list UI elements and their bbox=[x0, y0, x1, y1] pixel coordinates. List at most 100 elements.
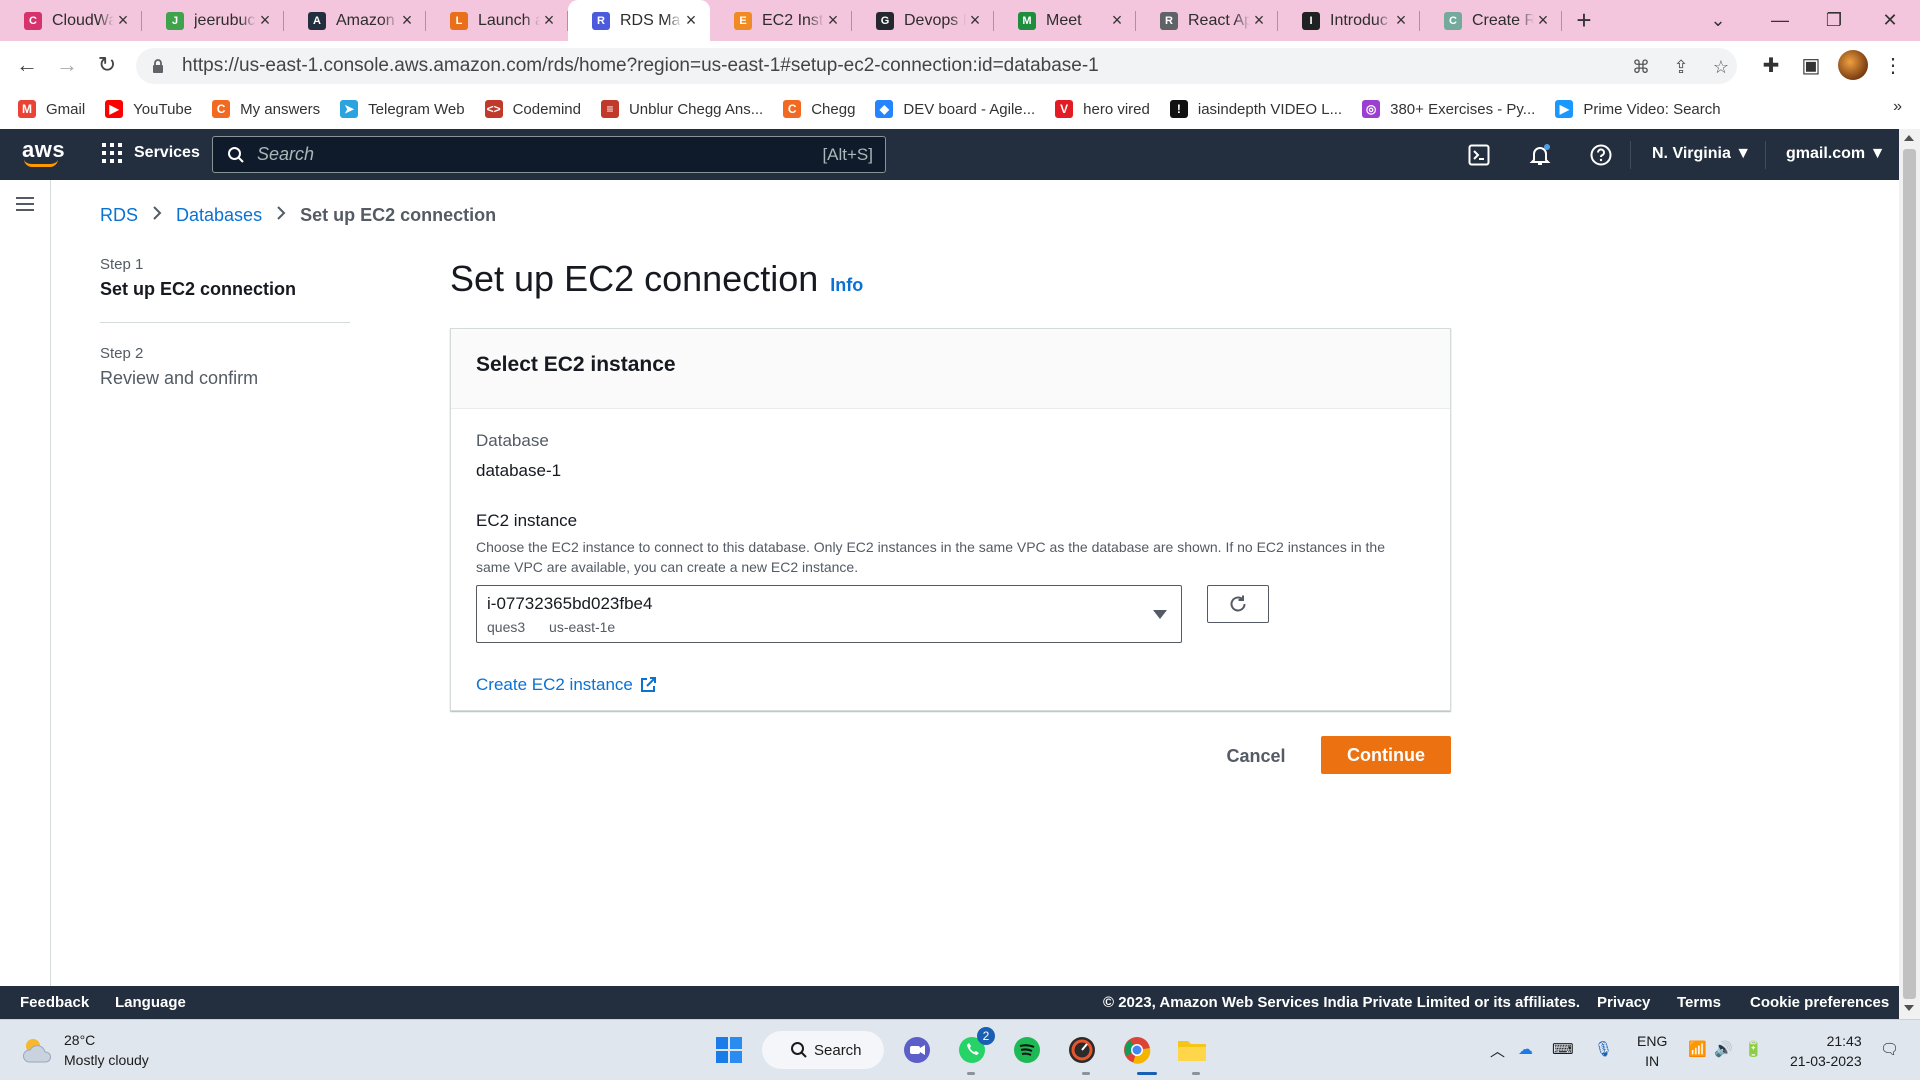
teams-chat-icon[interactable] bbox=[900, 1033, 934, 1067]
bookmark-item[interactable]: Vhero vired bbox=[1055, 100, 1150, 118]
onedrive-cloud-icon[interactable]: ☁ bbox=[1518, 1040, 1533, 1058]
browser-tab[interactable]: R React Ap × bbox=[1136, 0, 1278, 41]
file-explorer-icon[interactable] bbox=[1175, 1033, 1209, 1067]
feedback-link[interactable]: Feedback bbox=[20, 994, 89, 1011]
tab-search-icon[interactable]: ⌄ bbox=[1690, 0, 1746, 41]
account-menu[interactable]: gmail.com ▼ bbox=[1786, 145, 1885, 163]
chrome-icon[interactable] bbox=[1120, 1033, 1154, 1067]
profile-avatar[interactable] bbox=[1838, 50, 1868, 80]
weather-widget[interactable]: 28°C Mostly cloudy bbox=[20, 1030, 149, 1070]
continue-button[interactable]: Continue bbox=[1321, 736, 1451, 774]
chrome-menu-icon[interactable]: ⋮ bbox=[1880, 52, 1906, 78]
url-text[interactable]: https://us-east-1.console.aws.amazon.com… bbox=[182, 55, 1099, 77]
cookie-preferences-link[interactable]: Cookie preferences bbox=[1750, 994, 1889, 1011]
terms-link[interactable]: Terms bbox=[1677, 994, 1721, 1011]
speedometer-app-icon[interactable] bbox=[1065, 1033, 1099, 1067]
keyboard-icon[interactable]: ⌨ bbox=[1552, 1040, 1574, 1058]
share-icon[interactable]: ⇪ bbox=[1668, 54, 1694, 80]
input-language-indicator[interactable]: ENG IN bbox=[1637, 1031, 1667, 1071]
browser-tab[interactable]: C Create Re× bbox=[1420, 0, 1562, 41]
bookmark-item[interactable]: ≡ Unblur Chegg Ans... bbox=[600, 100, 763, 118]
back-icon[interactable]: ← bbox=[12, 50, 42, 80]
notification-center-icon[interactable]: 🗨 bbox=[1880, 1040, 1899, 1058]
close-tab-icon[interactable]: × bbox=[966, 10, 984, 31]
battery-icon[interactable]: 🔋 bbox=[1744, 1040, 1763, 1058]
page-scrollbar[interactable] bbox=[1899, 129, 1920, 1019]
volume-icon[interactable]: 🔊 bbox=[1714, 1040, 1733, 1058]
close-tab-icon[interactable]: × bbox=[114, 10, 132, 31]
browser-tab[interactable]: I Introduc × bbox=[1278, 0, 1420, 41]
new-tab-button[interactable]: + bbox=[1562, 5, 1606, 36]
reload-icon[interactable]: ↻ bbox=[92, 50, 122, 80]
close-tab-icon[interactable]: × bbox=[398, 10, 416, 31]
cloudshell-icon[interactable] bbox=[1466, 142, 1492, 168]
address-bar[interactable]: https://us-east-1.console.aws.amazon.com… bbox=[136, 48, 1737, 84]
translate-icon[interactable]: ⌘ bbox=[1628, 54, 1654, 80]
step-2[interactable]: Step 2 Review and confirm bbox=[100, 345, 350, 389]
browser-tab[interactable]: G Devops P× bbox=[852, 0, 994, 41]
close-tab-icon[interactable]: × bbox=[1392, 10, 1410, 31]
browser-tab[interactable]: E EC2 Insta× bbox=[710, 0, 852, 41]
scroll-down-arrow-icon[interactable] bbox=[1904, 1005, 1914, 1011]
close-tab-icon[interactable]: × bbox=[540, 10, 558, 31]
bookmark-item[interactable]: ▶ YouTube bbox=[105, 100, 192, 118]
close-tab-icon[interactable]: × bbox=[1250, 10, 1268, 31]
scroll-up-arrow-icon[interactable] bbox=[1904, 135, 1914, 141]
close-window-icon[interactable]: ✕ bbox=[1862, 0, 1918, 41]
aws-search-input[interactable]: Search [Alt+S] bbox=[212, 136, 886, 173]
aws-logo[interactable]: aws bbox=[22, 137, 65, 167]
bookmark-item[interactable]: ▶ Prime Video: Search bbox=[1555, 100, 1721, 118]
close-tab-icon[interactable]: × bbox=[256, 10, 274, 31]
bookmark-item[interactable]: C My answers bbox=[212, 100, 320, 118]
forward-icon[interactable]: → bbox=[52, 50, 82, 80]
browser-tab[interactable]: M Meet × bbox=[994, 0, 1136, 41]
taskbar-search[interactable]: Search bbox=[762, 1031, 884, 1069]
cancel-button[interactable]: Cancel bbox=[1210, 737, 1302, 775]
refresh-button[interactable] bbox=[1207, 585, 1269, 623]
bookmark-item[interactable]: ➤ Telegram Web bbox=[340, 100, 465, 118]
menu-hamburger-icon[interactable] bbox=[16, 197, 34, 211]
windows-start-icon[interactable] bbox=[712, 1033, 746, 1067]
close-tab-icon[interactable]: × bbox=[1108, 10, 1126, 31]
system-clock[interactable]: 21:43 21-03-2023 bbox=[1790, 1031, 1862, 1071]
close-tab-icon[interactable]: × bbox=[824, 10, 842, 31]
bookmark-star-icon[interactable]: ☆ bbox=[1708, 54, 1734, 80]
browser-tab[interactable]: Jjeerubuck× bbox=[142, 0, 284, 41]
close-tab-icon[interactable]: × bbox=[1534, 10, 1552, 31]
language-link[interactable]: Language bbox=[115, 994, 186, 1011]
spotify-icon[interactable] bbox=[1010, 1033, 1044, 1067]
bookmark-item[interactable]: ◎ 380+ Exercises - Py... bbox=[1362, 100, 1535, 118]
step-1[interactable]: Step 1 Set up EC2 connection bbox=[100, 256, 350, 300]
browser-tab[interactable]: R RDS Man× bbox=[568, 0, 710, 41]
wifi-icon[interactable]: 📶 bbox=[1688, 1040, 1707, 1058]
breadcrumb-rds[interactable]: RDS bbox=[100, 205, 138, 226]
side-panel-icon[interactable]: ▣ bbox=[1798, 52, 1824, 78]
bookmark-item[interactable]: ◆ DEV board - Agile... bbox=[875, 100, 1035, 118]
region-selector[interactable]: N. Virginia ▼ bbox=[1652, 145, 1751, 163]
help-icon[interactable] bbox=[1588, 142, 1614, 168]
restore-icon[interactable]: ❐ bbox=[1806, 0, 1862, 41]
services-menu-button[interactable]: Services bbox=[102, 143, 200, 163]
scrollbar-thumb[interactable] bbox=[1903, 149, 1916, 999]
bookmark-item[interactable]: M Gmail bbox=[18, 100, 85, 118]
browser-tab[interactable]: A Amazon × bbox=[284, 0, 426, 41]
minimize-icon[interactable]: — bbox=[1752, 0, 1808, 41]
browser-tab[interactable]: L Launch an× bbox=[426, 0, 568, 41]
create-ec2-instance-link[interactable]: Create EC2 instance bbox=[476, 675, 657, 695]
bookmark-item[interactable]: <> Codemind bbox=[484, 100, 581, 118]
ec2-instance-select[interactable]: i-07732365bd023fbe4 ques3 us-east-1e bbox=[476, 585, 1182, 643]
breadcrumb-databases[interactable]: Databases bbox=[176, 205, 262, 226]
info-link[interactable]: Info bbox=[830, 275, 863, 296]
privacy-link[interactable]: Privacy bbox=[1597, 994, 1650, 1011]
more-bookmarks-icon[interactable]: » bbox=[1893, 98, 1902, 116]
chevron-up-icon[interactable]: ︿ bbox=[1490, 1040, 1505, 1061]
close-tab-icon[interactable]: × bbox=[682, 10, 700, 31]
notifications-bell-icon[interactable] bbox=[1527, 142, 1553, 168]
lock-icon[interactable] bbox=[150, 58, 166, 74]
whatsapp-icon[interactable]: 2 bbox=[955, 1027, 995, 1067]
extensions-icon[interactable]: ✚ bbox=[1758, 52, 1784, 78]
bookmark-item[interactable]: ! iasindepth VIDEO L... bbox=[1169, 100, 1342, 118]
browser-tab[interactable]: C CloudWatch× bbox=[0, 0, 142, 41]
bookmark-item[interactable]: C Chegg bbox=[783, 100, 855, 118]
microphone-icon[interactable]: 🎙 bbox=[1594, 1040, 1613, 1058]
